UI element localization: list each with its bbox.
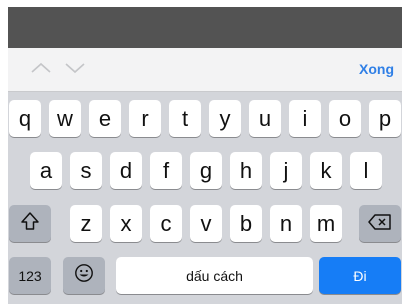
key-w[interactable]: w (49, 100, 81, 137)
key-n[interactable]: n (270, 205, 302, 242)
key-b[interactable]: b (230, 205, 262, 242)
key-l[interactable]: l (350, 152, 382, 189)
delete-key[interactable] (359, 205, 401, 242)
key-e[interactable]: e (89, 100, 121, 137)
key-d[interactable]: d (110, 152, 142, 189)
app-top-bar (8, 7, 402, 48)
key-k[interactable]: k (310, 152, 342, 189)
key-y[interactable]: y (209, 100, 241, 137)
key-f[interactable]: f (150, 152, 182, 189)
emoji-key[interactable] (63, 257, 105, 294)
key-a[interactable]: a (30, 152, 62, 189)
chevron-down-icon[interactable] (64, 60, 86, 76)
key-p[interactable]: p (369, 100, 401, 137)
shift-icon (20, 211, 40, 237)
key-j[interactable]: j (270, 152, 302, 189)
done-button[interactable]: Xong (359, 61, 394, 77)
key-g[interactable]: g (190, 152, 222, 189)
key-s[interactable]: s (70, 152, 102, 189)
keyboard: q w e r t y u i o p a s d f g h j k l z … (8, 92, 402, 304)
key-x[interactable]: x (110, 205, 142, 242)
shift-key[interactable] (9, 205, 51, 242)
numbers-key[interactable]: 123 (9, 257, 51, 294)
key-q[interactable]: q (9, 100, 41, 137)
key-u[interactable]: u (249, 100, 281, 137)
key-z[interactable]: z (70, 205, 102, 242)
go-button[interactable]: Đi (319, 257, 401, 294)
key-h[interactable]: h (230, 152, 262, 189)
keyboard-accessory-bar: Xong (8, 48, 402, 92)
space-key[interactable]: dấu cách (116, 257, 313, 294)
key-v[interactable]: v (190, 205, 222, 242)
key-m[interactable]: m (310, 205, 342, 242)
delete-icon (368, 211, 392, 237)
key-o[interactable]: o (329, 100, 361, 137)
key-r[interactable]: r (129, 100, 161, 137)
emoji-icon (74, 263, 94, 289)
key-t[interactable]: t (169, 100, 201, 137)
key-c[interactable]: c (150, 205, 182, 242)
chevron-up-icon[interactable] (30, 60, 52, 76)
key-i[interactable]: i (289, 100, 321, 137)
